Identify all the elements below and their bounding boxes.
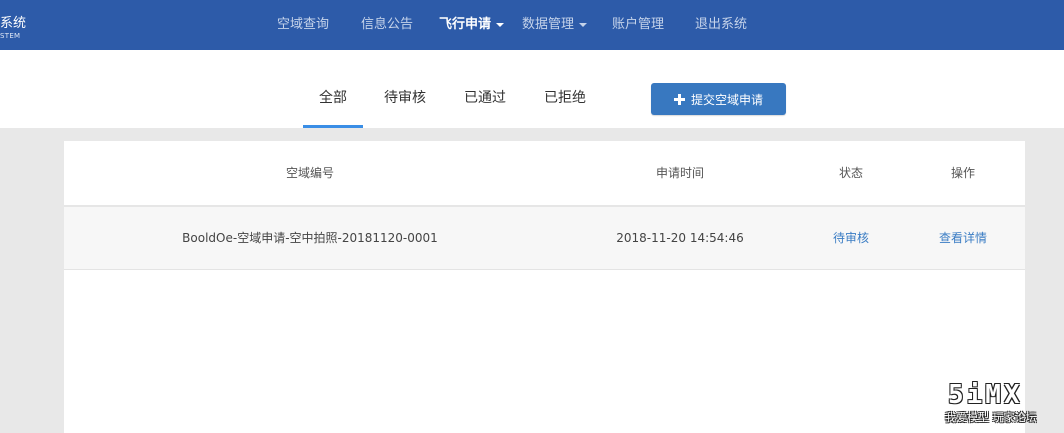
column-header-action: 操作 (950, 166, 975, 180)
submit-button-label: 提交空域申请 (690, 92, 763, 107)
plus-icon (673, 93, 685, 105)
brand-title: 系统 (0, 16, 27, 31)
chevron-down-icon (496, 22, 505, 27)
nav-item-data-management[interactable]: 数据管理 (522, 0, 588, 50)
top-navbar: 系统 STEM 空域查询 信息公告 飞行申请 数据管理 账户管理 退出系统 (0, 0, 1064, 50)
nav-item-label: 飞行申请 (439, 17, 492, 32)
application-table: 空域编号 申请时间 状态 操作 BooldOe-空域申请-空中拍照-201811… (64, 141, 1025, 433)
status-tabbar: 全部 待审核 已通过 已拒绝 提交空域申请 (0, 50, 1064, 128)
watermark-text: 我爱模型 玩家论坛 (945, 411, 1037, 424)
nav-item-account-management[interactable]: 账户管理 (612, 0, 664, 50)
watermark: 5iMX 我爱模型 玩家论坛 (945, 380, 1055, 428)
tab-all[interactable]: 全部 (303, 50, 363, 128)
cell-airspace-id: BooldOe-空域申请-空中拍照-20181120-0001 (182, 231, 438, 245)
view-details-link[interactable]: 查看详情 (928, 207, 998, 269)
cell-apply-time: 2018-11-20 14:54:46 (616, 231, 744, 245)
column-header-airspace-id: 空域编号 (285, 166, 334, 180)
nav-item-logout[interactable]: 退出系统 (695, 0, 747, 50)
nav-item-announcements[interactable]: 信息公告 (361, 0, 413, 50)
column-header-status: 状态 (838, 166, 863, 180)
watermark-logo: 5iMX (948, 380, 1023, 410)
column-header-apply-time: 申请时间 (655, 166, 704, 180)
submit-airspace-application-button[interactable]: 提交空域申请 (651, 83, 786, 115)
nav-item-label: 数据管理 (522, 17, 575, 32)
chevron-down-icon (579, 22, 588, 27)
nav-item-airspace-query[interactable]: 空域查询 (277, 0, 329, 50)
status-badge[interactable]: 待审核 (816, 207, 886, 269)
brand-subtitle: STEM (0, 32, 21, 40)
tab-pending[interactable]: 待审核 (375, 50, 435, 128)
tab-approved[interactable]: 已通过 (455, 50, 515, 128)
tab-rejected[interactable]: 已拒绝 (535, 50, 595, 128)
table-row: BooldOe-空域申请-空中拍照-20181120-0001 2018-11-… (64, 207, 1025, 270)
nav-item-flight-application[interactable]: 飞行申请 (439, 0, 505, 50)
